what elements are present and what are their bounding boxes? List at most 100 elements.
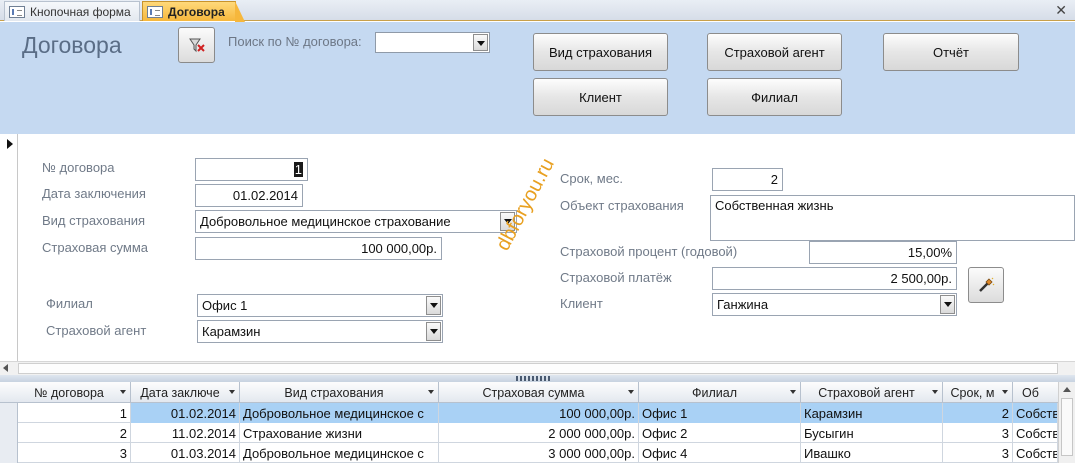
scroll-thumb[interactable] <box>18 363 1058 374</box>
col-agent[interactable]: Страховой агент <box>801 382 943 403</box>
tab-contracts[interactable]: Договора <box>142 1 245 22</box>
chevron-down-icon[interactable] <box>426 322 441 341</box>
term-label: Срок, мес. <box>560 171 624 186</box>
insurance-type-button[interactable]: Вид страхования <box>533 33 668 71</box>
splitter-grip-icon[interactable] <box>516 376 552 381</box>
cell-agent[interactable]: Карамзин <box>801 403 943 423</box>
cell-object[interactable]: Собств <box>1013 403 1058 423</box>
branch-value: Офис 1 <box>202 298 248 313</box>
report-button[interactable]: Отчёт <box>883 33 1019 71</box>
cell-term[interactable]: 3 <box>943 443 1013 463</box>
document-tab-bar: Кнопочная форма Договора ✕ <box>0 0 1075 22</box>
cell-contract-no[interactable]: 1 <box>18 403 131 423</box>
col-insurance-type[interactable]: Вид страхования <box>240 382 439 403</box>
close-icon[interactable]: ✕ <box>1055 2 1067 19</box>
row-selector[interactable] <box>0 423 18 443</box>
horizontal-scrollbar[interactable] <box>0 361 1075 375</box>
cell-insurance-type[interactable]: Добровольное медицинское с <box>240 443 439 463</box>
branch-label: Филиал <box>46 296 93 311</box>
row-selector[interactable] <box>0 443 18 463</box>
client-label: Клиент <box>560 296 603 311</box>
tab-label: Договора <box>168 4 225 19</box>
cell-insurance-type[interactable]: Страхование жизни <box>240 423 439 443</box>
sum-field[interactable]: 100 000,00р. <box>195 237 442 260</box>
chevron-down-icon[interactable] <box>473 34 488 51</box>
cell-agent[interactable]: Ивашко <box>801 443 943 463</box>
form-icon <box>147 5 163 18</box>
table-row[interactable]: 2 11.02.2014 Страхование жизни 2 000 000… <box>0 423 1075 443</box>
sort-arrow-icon[interactable] <box>790 390 796 394</box>
cell-contract-no[interactable]: 3 <box>18 443 131 463</box>
chevron-down-icon[interactable] <box>426 296 441 315</box>
branch-combo[interactable]: Офис 1 <box>197 294 443 317</box>
form-icon <box>9 5 25 18</box>
sort-arrow-icon[interactable] <box>932 390 938 394</box>
cell-branch[interactable]: Офис 2 <box>639 423 801 443</box>
col-sum[interactable]: Страховая сумма <box>439 382 639 403</box>
object-field[interactable]: Собственная жизнь <box>710 195 1075 241</box>
client-value: Ганжина <box>717 297 769 312</box>
client-combo[interactable]: Ганжина <box>712 293 957 316</box>
row-selector[interactable] <box>0 403 18 423</box>
vertical-scrollbar[interactable] <box>1058 382 1075 463</box>
search-contract-combo[interactable] <box>375 32 490 53</box>
cell-term[interactable]: 3 <box>943 423 1013 443</box>
tab-label: Кнопочная форма <box>30 4 131 19</box>
date-label: Дата заключения <box>42 186 146 201</box>
watermark: dbforyou.ru <box>492 154 559 255</box>
cell-branch[interactable]: Офис 4 <box>639 443 801 463</box>
table-row[interactable]: 1 01.02.2014 Добровольное медицинское с … <box>0 403 1075 423</box>
sort-arrow-icon[interactable] <box>120 390 126 394</box>
contract-no-label: № договора <box>42 160 115 175</box>
col-term[interactable]: Срок, м <box>943 382 1013 403</box>
datasheet-header: № договора Дата заключе Вид страхования … <box>0 382 1075 403</box>
sum-label: Страховая сумма <box>42 240 148 255</box>
cell-agent[interactable]: Бусыгин <box>801 423 943 443</box>
cell-branch[interactable]: Офис 1 <box>639 403 801 423</box>
insurance-type-label: Вид страхования <box>42 213 146 228</box>
cell-object[interactable]: Собств <box>1013 423 1058 443</box>
client-button[interactable]: Клиент <box>533 78 668 116</box>
scroll-thumb[interactable] <box>1061 398 1073 456</box>
sort-arrow-icon[interactable] <box>628 390 634 394</box>
col-branch[interactable]: Филиал <box>639 382 801 403</box>
cell-date[interactable]: 01.02.2014 <box>131 403 240 423</box>
payment-field[interactable]: 2 500,00р. <box>712 267 957 290</box>
datasheet: № договора Дата заключе Вид страхования … <box>0 382 1075 463</box>
term-field[interactable]: 2 <box>712 168 783 191</box>
cell-sum[interactable]: 3 000 000,00р. <box>439 443 639 463</box>
scroll-left-icon[interactable] <box>3 364 8 372</box>
rate-field[interactable]: 15,00% <box>809 241 957 264</box>
agent-label: Страховой агент <box>46 323 147 338</box>
col-date[interactable]: Дата заключе <box>131 382 240 403</box>
cell-contract-no[interactable]: 2 <box>18 423 131 443</box>
table-row[interactable]: 3 01.03.2014 Добровольное медицинское с … <box>0 443 1075 463</box>
insurance-type-combo[interactable]: Добровольное медицинское страхование <box>195 210 517 233</box>
calculate-button[interactable] <box>968 267 1004 303</box>
cell-insurance-type[interactable]: Добровольное медицинское с <box>240 403 439 423</box>
record-selector[interactable] <box>0 134 18 361</box>
agent-combo[interactable]: Карамзин <box>197 320 443 343</box>
chevron-down-icon[interactable] <box>940 295 955 314</box>
cell-sum[interactable]: 100 000,00р. <box>439 403 639 423</box>
sort-arrow-icon[interactable] <box>1002 390 1008 394</box>
cell-date[interactable]: 01.03.2014 <box>131 443 240 463</box>
branch-button[interactable]: Филиал <box>707 78 842 116</box>
agent-button[interactable]: Страховой агент <box>707 33 842 71</box>
page-title: Договора <box>22 32 122 58</box>
cell-sum[interactable]: 2 000 000,00р. <box>439 423 639 443</box>
col-contract-no[interactable]: № договора <box>18 382 131 403</box>
tab-switchboard[interactable]: Кнопочная форма <box>4 1 140 21</box>
date-field[interactable]: 01.02.2014 <box>195 184 303 207</box>
col-object[interactable]: Об <box>1013 382 1058 403</box>
contract-no-field[interactable]: 1 <box>195 158 308 181</box>
sort-arrow-icon[interactable] <box>428 390 434 394</box>
filter-remove-icon <box>188 38 205 53</box>
cell-date[interactable]: 11.02.2014 <box>131 423 240 443</box>
scroll-up-icon[interactable] <box>1063 387 1071 392</box>
clear-filter-button[interactable] <box>178 27 215 63</box>
cell-term[interactable]: 2 <box>943 403 1013 423</box>
cell-object[interactable]: Собств <box>1013 443 1058 463</box>
split-form-divider[interactable] <box>0 375 1075 382</box>
sort-arrow-icon[interactable] <box>229 390 235 394</box>
